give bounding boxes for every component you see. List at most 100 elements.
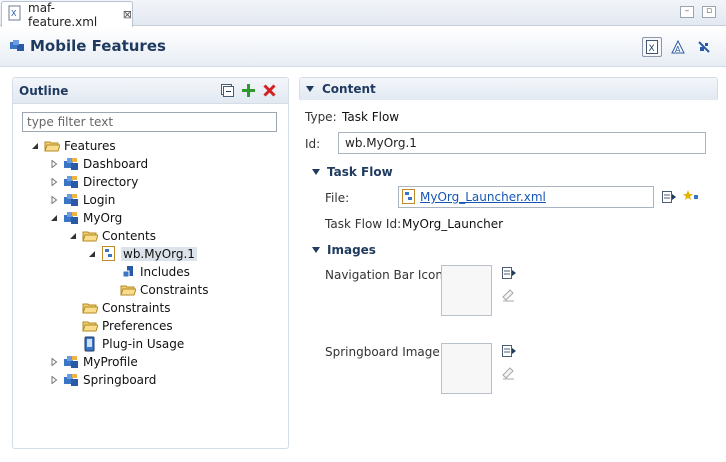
collapse-all-icon[interactable] — [221, 84, 234, 100]
taskflow-file-icon — [402, 189, 416, 205]
outline-section: Outline Features Dashboard Directory Login M… — [12, 77, 289, 449]
page-title: Mobile Features — [30, 37, 166, 55]
tree-item[interactable]: MyOrg — [49, 209, 122, 227]
outline-toolbar — [221, 84, 276, 100]
chevron-down-icon — [312, 169, 320, 175]
tree-item-label: MyProfile — [83, 355, 138, 369]
file-link[interactable]: MyOrg_Launcher.xml — [420, 190, 546, 204]
outline-title: Outline — [19, 83, 69, 98]
id-label: Id: — [305, 137, 321, 151]
new-taskflow-icon[interactable] — [683, 189, 699, 205]
type-value: Task Flow — [342, 110, 400, 124]
taskflow-icon — [101, 246, 117, 262]
editor-tab-label: maf-feature.xml — [28, 0, 98, 29]
chevron-down-icon — [306, 86, 314, 92]
collapsed-arrow-icon[interactable] — [49, 375, 59, 385]
tree-item[interactable]: Constraints — [106, 281, 208, 299]
tree-item[interactable]: Plug-in Usage — [68, 335, 184, 353]
tree-item[interactable]: Directory — [49, 173, 138, 191]
tree-item-label: Directory — [83, 175, 139, 189]
expanded-arrow-icon[interactable] — [68, 231, 78, 241]
springboard-image-label: Springboard Image: — [325, 345, 444, 359]
feature-icon — [63, 192, 79, 208]
tree-item[interactable]: Preferences — [68, 317, 173, 335]
content-header[interactable]: Content — [300, 78, 717, 100]
tree-item[interactable]: wb.MyOrg.1 — [87, 245, 197, 263]
nav-bar-icon-preview[interactable] — [441, 265, 492, 316]
expanded-arrow-icon[interactable] — [87, 249, 97, 259]
images-title: Images — [327, 243, 376, 257]
tree-item[interactable]: MyProfile — [49, 353, 138, 371]
tree-item[interactable]: Includes — [106, 263, 190, 281]
minimize-icon[interactable]: – — [680, 6, 694, 18]
file-label: File: — [325, 191, 350, 205]
browse-image-icon[interactable] — [501, 265, 517, 281]
id-field[interactable]: wb.MyOrg.1 — [338, 132, 706, 154]
folder-open-icon — [82, 300, 98, 316]
tree-item-label: Includes — [140, 265, 190, 279]
content-title: Content — [322, 82, 376, 96]
close-icon[interactable]: ⊠ — [123, 8, 132, 21]
tree-item[interactable]: Contents — [68, 227, 156, 245]
tree-item[interactable]: Springboard — [49, 371, 156, 389]
form-header: Mobile Features X A — [0, 27, 726, 67]
maximize-icon[interactable]: ▫ — [702, 6, 716, 18]
svg-text:A: A — [675, 45, 681, 54]
tree-item[interactable]: Dashboard — [49, 155, 148, 173]
tree-item[interactable]: Login — [49, 191, 115, 209]
feature-icon — [63, 174, 79, 190]
chevron-down-icon — [312, 247, 320, 253]
tree-item-label: Constraints — [140, 283, 209, 297]
tree-item-label: Constraints — [102, 301, 171, 315]
svg-text:X: X — [649, 44, 655, 54]
expanded-arrow-icon[interactable] — [30, 141, 40, 151]
collapsed-arrow-icon[interactable] — [49, 357, 59, 367]
svg-text:X: X — [11, 9, 17, 18]
browse-image-icon[interactable] — [501, 343, 517, 359]
taskflow-id-value: MyOrg_Launcher — [402, 217, 504, 231]
folder-open-icon — [82, 318, 98, 334]
taskflow-id-label: Task Flow Id: — [325, 217, 402, 231]
images-subsection-header[interactable]: Images — [312, 243, 376, 257]
browse-file-icon[interactable] — [661, 189, 677, 205]
tree-item-label: wb.MyOrg.1 — [121, 247, 197, 261]
editor-tab-maf-feature[interactable]: X maf-feature.xml ⊠ — [1, 0, 133, 29]
tree-item-label: Contents — [102, 229, 156, 243]
tree-item[interactable]: Features — [30, 137, 116, 155]
feature-icon — [63, 372, 79, 388]
add-icon[interactable] — [242, 84, 255, 100]
clear-image-icon[interactable] — [501, 287, 517, 303]
tree-item-label: Plug-in Usage — [102, 337, 185, 351]
clear-image-icon[interactable] — [501, 365, 517, 381]
validate-icon[interactable]: A — [668, 37, 688, 57]
delete-icon[interactable] — [263, 84, 276, 100]
expanded-arrow-icon[interactable] — [49, 213, 59, 223]
source-view-icon[interactable]: X — [642, 37, 662, 57]
disconnect-icon[interactable] — [694, 37, 714, 57]
filter-input[interactable] — [22, 112, 277, 132]
type-label: Type: — [305, 110, 337, 124]
folder-open-icon — [44, 138, 60, 154]
collapsed-arrow-icon[interactable] — [49, 177, 59, 187]
feature-icon — [63, 210, 79, 226]
feature-icon — [9, 39, 25, 56]
task-flow-subsection-header[interactable]: Task Flow — [312, 165, 393, 179]
plugin-icon — [82, 336, 98, 352]
feature-icon — [63, 156, 79, 172]
file-field[interactable]: MyOrg_Launcher.xml — [398, 186, 654, 208]
nav-bar-icon-label: Navigation Bar Icon: — [325, 268, 447, 282]
springboard-image-preview[interactable] — [441, 343, 492, 394]
folder-open-icon — [82, 228, 98, 244]
folder-open-icon — [120, 282, 136, 298]
collapsed-arrow-icon[interactable] — [49, 195, 59, 205]
task-flow-title: Task Flow — [327, 165, 393, 179]
editor-tab-bar: X maf-feature.xml ⊠ – ▫ — [0, 0, 726, 29]
tree-item-label: MyOrg — [83, 211, 123, 225]
tree-item[interactable]: Constraints — [68, 299, 170, 317]
collapsed-arrow-icon[interactable] — [49, 159, 59, 169]
tree-item-label: Features — [64, 139, 116, 153]
